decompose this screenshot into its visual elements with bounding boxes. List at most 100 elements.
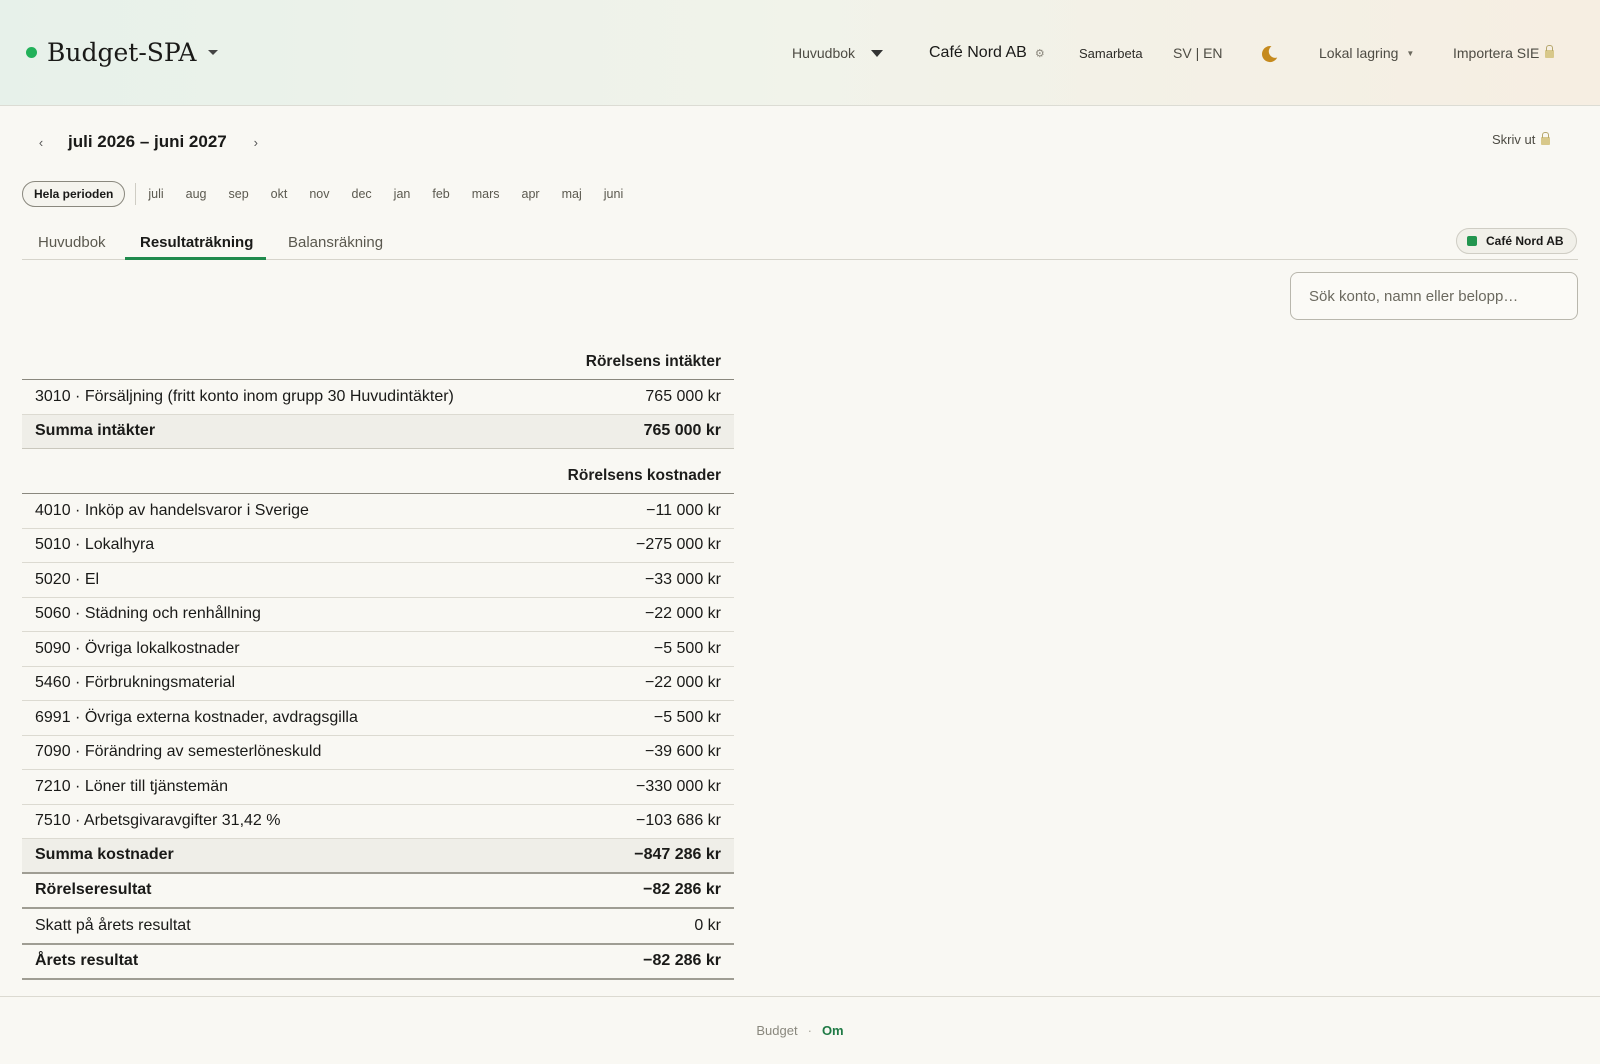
month-aug[interactable]: aug — [186, 187, 207, 201]
table-row[interactable]: 7090 · Förändring av semesterlöneskuld −… — [22, 736, 734, 770]
operating-result-amount: −82 286 kr — [643, 881, 721, 898]
collaborate-label: Samarbeta — [1079, 45, 1143, 61]
search-input[interactable] — [1290, 272, 1578, 320]
operating-result-label: Rörelseresultat — [35, 881, 152, 898]
tax-amount: 0 kr — [694, 916, 721, 934]
account-label: 7210 · Löner till tjänstemän — [35, 777, 228, 795]
table-row[interactable]: 5460 · Förbrukningsmaterial −22 000 kr — [22, 667, 734, 701]
month-feb[interactable]: feb — [432, 187, 449, 201]
account-label: 5010 · Lokalhyra — [35, 536, 155, 554]
tab-resultatrakning[interactable]: Resultaträkning — [140, 234, 253, 251]
storage-label: Lokal lagring — [1319, 45, 1399, 61]
footer-separator: · — [807, 1023, 812, 1038]
account-label: 5020 · El — [35, 570, 100, 588]
next-period-button[interactable]: › — [249, 135, 263, 150]
footer-about-link[interactable]: Om — [822, 1023, 844, 1038]
period-label: juli 2026 – juni 2027 — [68, 132, 227, 151]
table-row[interactable]: 7210 · Löner till tjänstemän −330 000 kr — [22, 770, 734, 805]
account-amount: 765 000 kr — [645, 387, 721, 405]
account-amount: −22 000 kr — [644, 674, 721, 692]
account-label: 5090 · Övriga lokalkostnader — [35, 639, 240, 657]
month-maj[interactable]: maj — [562, 187, 582, 201]
table-row[interactable]: 3010 · Försäljning (fritt konto inom gru… — [22, 380, 734, 415]
table-row[interactable]: 5090 · Övriga lokalkostnader −5 500 kr — [22, 632, 734, 667]
month-dec[interactable]: dec — [352, 187, 372, 201]
print-button[interactable]: Skriv ut — [1492, 131, 1551, 147]
chevron-down-icon[interactable] — [871, 49, 884, 57]
month-okt[interactable]: okt — [271, 187, 288, 201]
account-label: 3010 · Försäljning (fritt konto inom gru… — [35, 387, 454, 405]
language-label: SV | EN — [1173, 45, 1223, 61]
lock-icon — [1545, 45, 1555, 58]
chevron-down-icon[interactable] — [208, 50, 219, 55]
tax-row: Skatt på årets resultat 0 kr — [22, 909, 734, 945]
language-toggle[interactable]: SV | EN — [1173, 0, 1223, 106]
tab-balansrakning[interactable]: Balansräkning — [288, 234, 383, 251]
account-amount: −5 500 kr — [653, 708, 721, 726]
operating-result-row: Rörelseresultat −82 286 kr — [22, 874, 734, 909]
month-juni[interactable]: juni — [604, 187, 623, 201]
previous-period-button[interactable]: ‹ — [34, 135, 48, 150]
storage-selector[interactable]: Lokal lagring ▼ — [1319, 0, 1414, 106]
account-amount: −103 686 kr — [636, 812, 721, 830]
table-row[interactable]: 6991 · Övriga externa kostnader, avdrags… — [22, 701, 734, 736]
table-row[interactable]: 5010 · Lokalhyra −275 000 kr — [22, 529, 734, 563]
month-nov[interactable]: nov — [309, 187, 329, 201]
company-badge[interactable]: Café Nord AB — [1456, 228, 1577, 254]
import-sie-button[interactable]: Importera SIE — [1453, 0, 1555, 106]
all-period-button[interactable]: Hela perioden — [22, 181, 126, 207]
month-mars[interactable]: mars — [472, 187, 500, 201]
cost-total-amount: −847 286 kr — [634, 846, 721, 864]
account-amount: −330 000 kr — [636, 777, 721, 795]
month-juli[interactable]: juli — [148, 187, 163, 201]
view-tabs: Huvudbok Resultaträkning Balansräkning — [22, 226, 1578, 260]
cost-total-row: Summa kostnader −847 286 kr — [22, 839, 734, 874]
account-amount: −39 600 kr — [644, 743, 721, 761]
cost-total-label: Summa kostnader — [35, 846, 174, 864]
period-navigator: ‹ juli 2026 – juni 2027 › — [34, 130, 263, 154]
app-title: Budget-SPA — [47, 38, 197, 67]
account-amount: −275 000 kr — [636, 536, 721, 554]
active-tab-indicator — [125, 257, 266, 260]
table-row[interactable]: 4010 · Inköp av handelsvaror i Sverige −… — [22, 494, 734, 529]
cost-header: Rörelsens kostnader — [22, 449, 734, 494]
month-apr[interactable]: apr — [522, 187, 540, 201]
month-sep[interactable]: sep — [229, 187, 249, 201]
page-footer: Budget · Om — [0, 996, 1600, 1064]
year-result-row: Årets resultat −82 286 kr — [22, 945, 734, 980]
account-amount: −33 000 kr — [644, 570, 721, 588]
company-selector[interactable]: Café Nord AB ⚙ — [929, 0, 1045, 106]
gear-icon[interactable]: ⚙ — [1035, 47, 1045, 60]
ledger-label: Huvudbok — [792, 45, 856, 61]
company-name: Café Nord AB — [929, 44, 1027, 61]
ledger-selector[interactable]: Huvudbok — [792, 0, 884, 106]
account-amount: −22 000 kr — [644, 605, 721, 623]
year-result-amount: −82 286 kr — [643, 952, 721, 969]
print-label: Skriv ut — [1492, 132, 1536, 147]
account-label: 4010 · Inköp av handelsvaror i Sverige — [35, 501, 309, 519]
app-header: Budget-SPA Huvudbok Café Nord AB ⚙ Samar… — [0, 0, 1600, 106]
account-label: 7510 · Arbetsgivaravgifter 31,42 % — [35, 812, 281, 830]
tab-huvudbok[interactable]: Huvudbok — [38, 234, 106, 251]
footer-budget-link[interactable]: Budget — [756, 1023, 797, 1038]
moon-icon[interactable] — [1259, 44, 1279, 64]
tax-label: Skatt på årets resultat — [35, 916, 191, 934]
table-row[interactable]: 7510 · Arbetsgivaravgifter 31,42 % −103 … — [22, 805, 734, 839]
account-amount: −11 000 kr — [646, 501, 721, 519]
income-header: Rörelsens intäkter — [22, 345, 734, 380]
table-row[interactable]: 5060 · Städning och renhållning −22 000 … — [22, 598, 734, 632]
income-total-label: Summa intäkter — [35, 422, 156, 440]
divider — [135, 183, 137, 205]
status-dot — [26, 47, 37, 58]
income-total-amount: 765 000 kr — [643, 422, 721, 440]
import-label: Importera SIE — [1453, 45, 1540, 61]
year-result-label: Årets resultat — [35, 952, 139, 969]
table-row[interactable]: 5020 · El −33 000 kr — [22, 563, 734, 598]
lock-icon — [1541, 131, 1551, 145]
app-brand[interactable]: Budget-SPA — [26, 38, 219, 67]
income-total-row: Summa intäkter 765 000 kr — [22, 414, 734, 449]
account-label: 5060 · Städning och renhållning — [35, 605, 261, 623]
collaborate-button[interactable]: Samarbeta — [1079, 0, 1143, 106]
account-label: 7090 · Förändring av semesterlöneskuld — [35, 743, 322, 761]
month-jan[interactable]: jan — [394, 187, 411, 201]
